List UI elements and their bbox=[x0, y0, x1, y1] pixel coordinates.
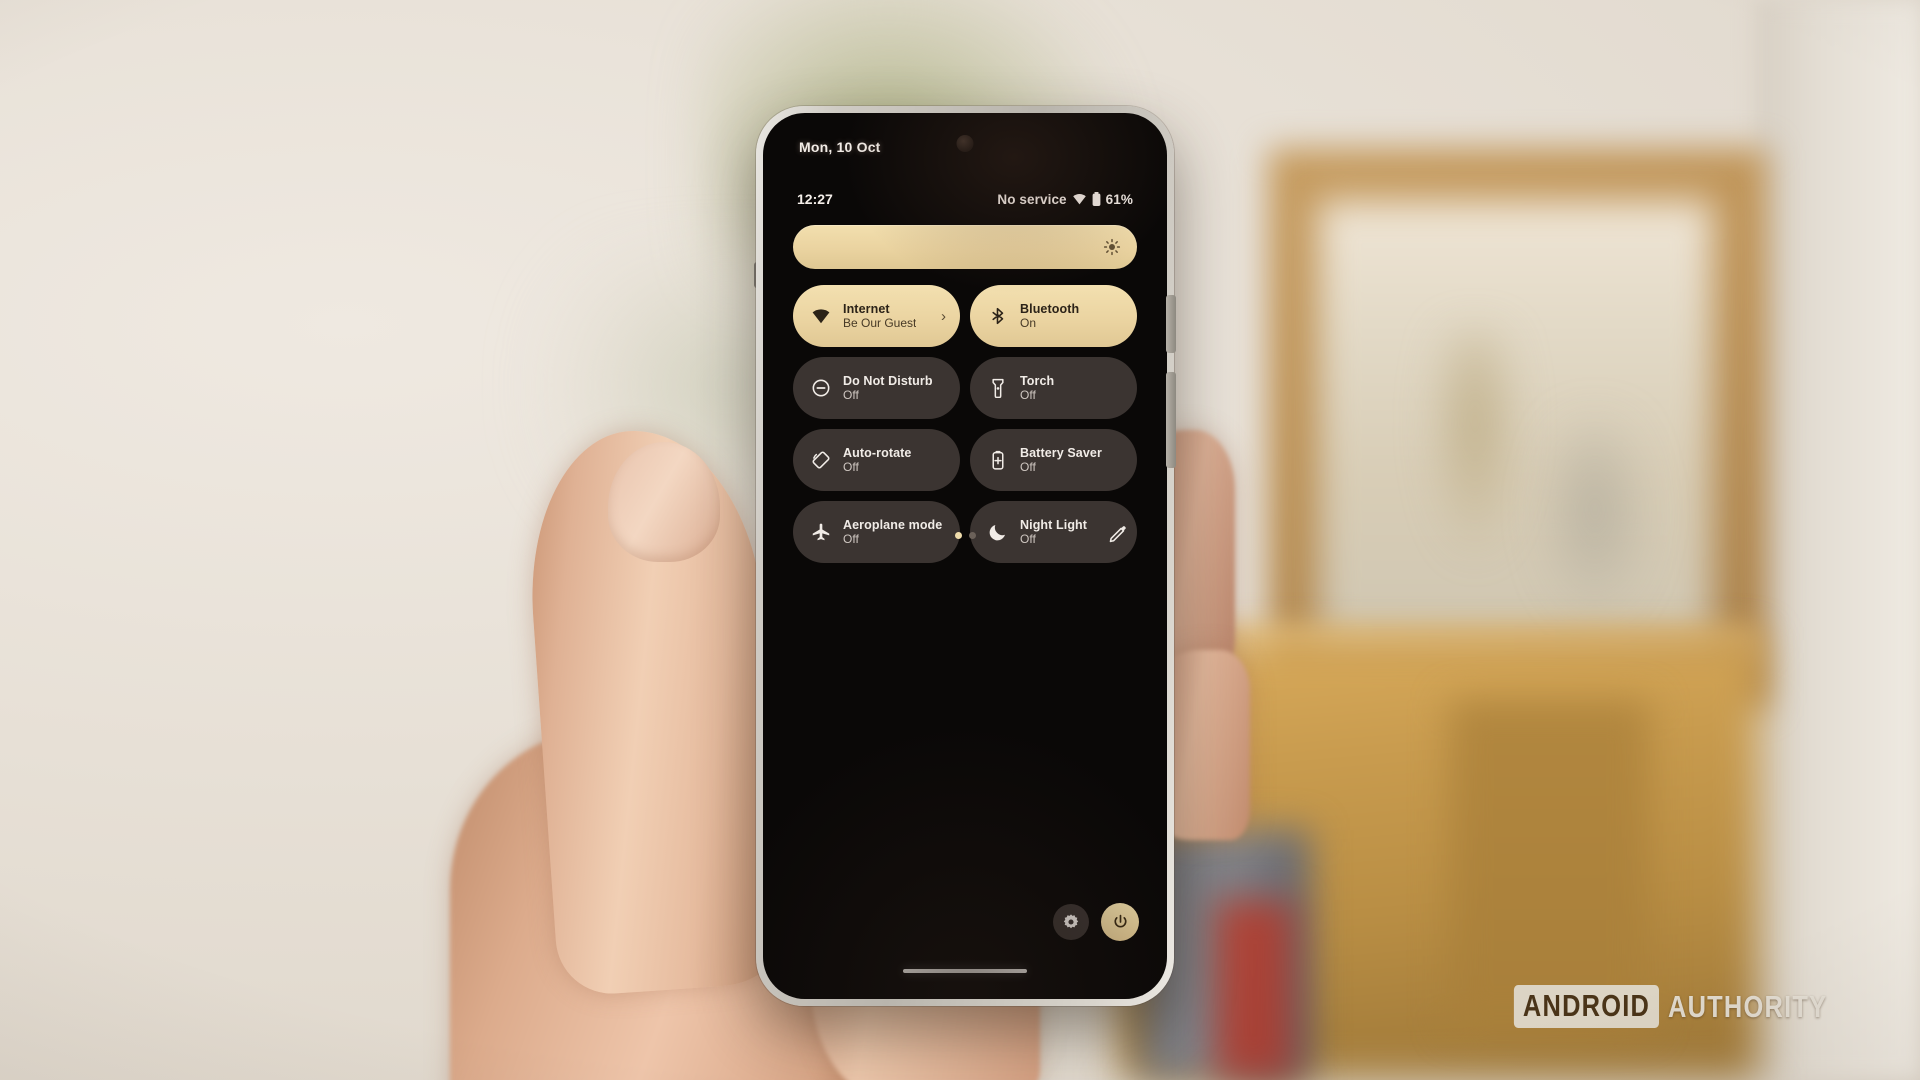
android-authority-watermark: ANDROID AUTHORITY bbox=[1482, 985, 1863, 1028]
qs-tile-internet[interactable]: Internet Be Our Guest › bbox=[793, 285, 960, 347]
page-dot-2[interactable] bbox=[968, 531, 976, 539]
page-dot-1[interactable] bbox=[954, 531, 962, 539]
shade-footer-actions bbox=[1053, 903, 1139, 941]
bluetooth-icon bbox=[988, 306, 1008, 326]
watermark-brand-box: ANDROID bbox=[1513, 985, 1659, 1028]
brightness-slider[interactable] bbox=[793, 225, 1137, 269]
qs-tile-title: Auto-rotate bbox=[843, 445, 912, 460]
brightness-auto-icon[interactable] bbox=[1103, 238, 1121, 256]
qs-tile-text: Internet Be Our Guest bbox=[843, 302, 916, 331]
qs-tile-title: Do Not Disturb bbox=[843, 373, 933, 388]
background-books-red bbox=[1215, 900, 1295, 1080]
qs-tile-subtitle: Off bbox=[843, 388, 859, 403]
status-network-label: No service bbox=[997, 191, 1067, 207]
qs-tile-subtitle: Off bbox=[1020, 460, 1036, 475]
pixel-phone: Mon, 10 Oct 12:27 No service 61% Interne… bbox=[756, 106, 1174, 1006]
qs-tile-text: Torch Off bbox=[1020, 374, 1054, 403]
qs-tile-text: Bluetooth On bbox=[1020, 302, 1079, 331]
qs-tile-subtitle: Off bbox=[1020, 388, 1036, 403]
pencil-edit-icon[interactable] bbox=[1107, 523, 1129, 545]
background-cabinet-panel bbox=[1450, 700, 1650, 1030]
qs-tile-subtitle: Off bbox=[843, 460, 859, 475]
settings-button[interactable] bbox=[1053, 904, 1089, 940]
qs-tile-torch[interactable]: Torch Off bbox=[970, 357, 1137, 419]
wifi-icon bbox=[1072, 193, 1087, 205]
qs-tile-title: Battery Saver bbox=[1020, 445, 1102, 460]
auto-rotate-icon bbox=[811, 450, 831, 470]
pager-row bbox=[793, 521, 1137, 549]
power-icon bbox=[1111, 913, 1130, 932]
qs-tile-do-not-disturb[interactable]: Do Not Disturb Off bbox=[793, 357, 960, 419]
qs-tile-auto-rotate[interactable]: Auto-rotate Off bbox=[793, 429, 960, 491]
hand-thumbnail bbox=[608, 442, 720, 562]
background-picture-art-a bbox=[1430, 330, 1520, 560]
status-battery-level: 61% bbox=[1105, 191, 1133, 207]
photo-scene: Mon, 10 Oct 12:27 No service 61% Interne… bbox=[0, 0, 1920, 1080]
watermark-brand-text: AUTHORITY bbox=[1667, 988, 1828, 1024]
dnd-icon bbox=[811, 378, 831, 398]
qs-tile-battery-saver[interactable]: Battery Saver Off bbox=[970, 429, 1137, 491]
status-bar: 12:27 No service 61% bbox=[763, 191, 1167, 207]
qs-tile-subtitle: On bbox=[1020, 316, 1037, 331]
background-wall-right bbox=[1755, 0, 1920, 1080]
front-camera-punch-hole bbox=[956, 135, 974, 152]
qs-tile-text: Do Not Disturb Off bbox=[843, 374, 933, 403]
phone-screen[interactable]: Mon, 10 Oct 12:27 No service 61% Interne… bbox=[763, 113, 1167, 999]
flashlight-icon bbox=[988, 378, 1008, 398]
qs-tile-title: Bluetooth bbox=[1020, 301, 1080, 316]
wifi-icon bbox=[811, 306, 831, 326]
phone-power-side-button[interactable] bbox=[1166, 295, 1176, 353]
battery-saver-icon bbox=[988, 450, 1008, 470]
quick-settings-shade: Mon, 10 Oct 12:27 No service 61% Interne… bbox=[763, 113, 1167, 999]
qs-tile-bluetooth[interactable]: Bluetooth On bbox=[970, 285, 1137, 347]
qs-tile-title: Internet bbox=[843, 301, 890, 316]
phone-volume-side-button[interactable] bbox=[1166, 372, 1176, 468]
home-gesture-pill[interactable] bbox=[903, 968, 1027, 973]
qs-tile-chevron-icon[interactable]: › bbox=[941, 308, 948, 325]
qs-tile-subtitle: Be Our Guest bbox=[843, 316, 917, 331]
shade-date: Mon, 10 Oct bbox=[799, 139, 881, 155]
gear-icon bbox=[1062, 913, 1080, 931]
qs-tile-text: Battery Saver Off bbox=[1020, 446, 1102, 475]
battery-icon bbox=[1092, 192, 1101, 206]
power-button[interactable] bbox=[1101, 903, 1139, 941]
qs-tile-text: Auto-rotate Off bbox=[843, 446, 911, 475]
page-indicator[interactable] bbox=[954, 531, 976, 539]
background-picture-art-b bbox=[1540, 420, 1650, 620]
qs-tile-title: Torch bbox=[1020, 373, 1055, 388]
status-clock: 12:27 bbox=[797, 191, 833, 207]
